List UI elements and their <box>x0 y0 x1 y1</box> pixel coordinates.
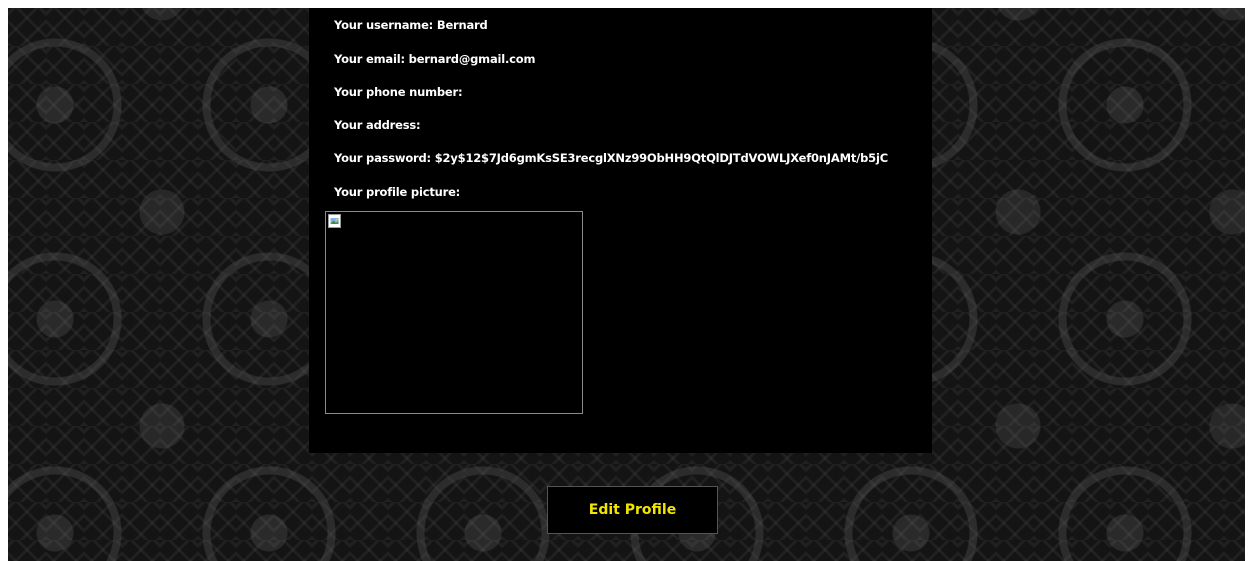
address-label: Your address: <box>334 118 421 132</box>
page-background: Your username: Bernard Your email: berna… <box>8 8 1245 561</box>
phone-label: Your phone number: <box>334 85 463 99</box>
broken-image-icon <box>328 214 341 228</box>
profile-picture <box>325 211 583 414</box>
password-label: Your password: <box>334 151 435 165</box>
phone-row: Your phone number: <box>334 85 463 99</box>
password-row: Your password: $2y$12$7Jd6gmKsSE3recglXN… <box>334 151 888 165</box>
profile-picture-row: Your profile picture: <box>334 185 460 199</box>
email-label: Your email: <box>334 52 409 66</box>
address-row: Your address: <box>334 118 421 132</box>
username-label: Your username: <box>334 18 437 32</box>
edit-profile-button[interactable]: Edit Profile <box>547 486 718 534</box>
profile-info-panel: Your username: Bernard Your email: berna… <box>309 8 932 453</box>
password-value: $2y$12$7Jd6gmKsSE3recglXNz99ObHH9QtQlDJT… <box>434 151 888 165</box>
username-row: Your username: Bernard <box>334 18 488 32</box>
email-row: Your email: bernard@gmail.com <box>334 52 535 66</box>
username-value: Bernard <box>436 18 488 32</box>
profile-picture-label: Your profile picture: <box>334 185 461 199</box>
email-value: bernard@gmail.com <box>408 52 536 66</box>
